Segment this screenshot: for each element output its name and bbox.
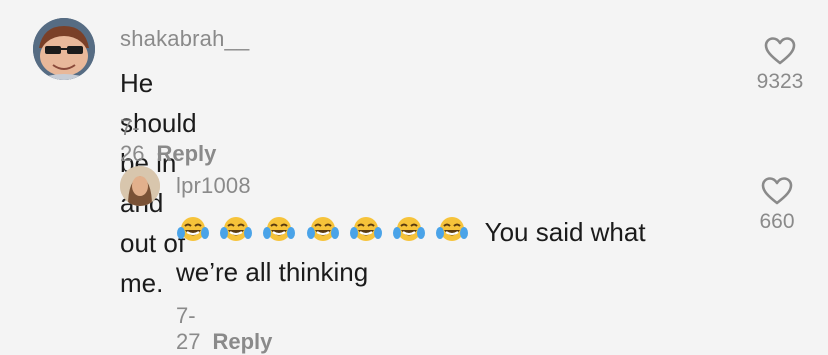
face-with-tears-of-joy-icon — [263, 217, 296, 241]
face-with-tears-of-joy-icon — [177, 217, 209, 241]
reply-button[interactable]: Reply — [156, 141, 216, 166]
profile-photo-avatar-icon — [120, 166, 160, 206]
comment-meta: 7-27 Reply — [176, 303, 272, 355]
comment-text-part: we’re all thinking — [176, 257, 369, 287]
face-with-tears-of-joy-icon — [436, 217, 469, 241]
like-button[interactable]: 660 — [742, 176, 812, 234]
comment-username[interactable]: lpr1008 — [176, 173, 251, 199]
comment-username[interactable]: shakabrah__ — [120, 26, 249, 52]
avatar[interactable] — [33, 18, 95, 80]
avatar[interactable] — [120, 166, 160, 206]
face-with-tears-of-joy-icon — [393, 217, 426, 241]
comment-date: 7-27 — [176, 303, 201, 354]
comment-date: 7-26 — [120, 115, 145, 166]
heart-icon[interactable] — [760, 176, 794, 206]
face-with-tears-of-joy-icon — [306, 217, 339, 241]
comment-text: You said what we’re all thinking — [176, 212, 696, 292]
reply-button[interactable]: Reply — [212, 329, 272, 354]
comment-text-part: You said what — [484, 217, 646, 247]
comment-meta: 7-26 Reply — [120, 115, 216, 167]
heart-icon[interactable] — [763, 36, 797, 66]
cartoon-face-avatar-icon — [33, 18, 95, 80]
face-with-tears-of-joy-icon — [220, 217, 253, 241]
like-count: 660 — [759, 210, 795, 233]
like-button[interactable]: 9323 — [745, 36, 815, 94]
like-count: 9323 — [756, 70, 804, 93]
emoji-group — [176, 217, 479, 247]
face-with-tears-of-joy-icon — [349, 217, 382, 241]
